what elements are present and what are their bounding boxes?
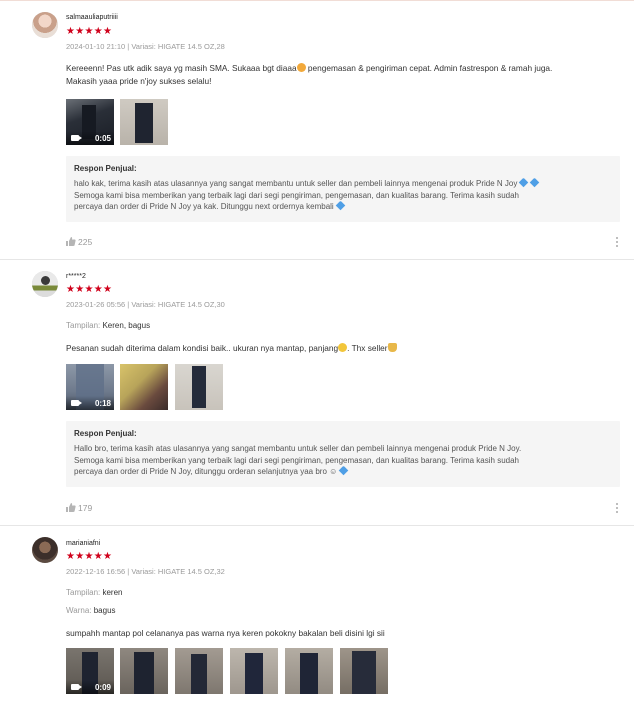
field-value: bagus — [91, 606, 116, 615]
reply-title: Respon Penjual: — [74, 164, 137, 173]
like-button[interactable]: 179 — [66, 503, 92, 513]
video-camera-icon — [71, 684, 82, 690]
review-comment: Pesanan sudah diterima dalam kondisi bai… — [66, 342, 614, 355]
thumbs-up-icon — [66, 237, 76, 246]
review-meta: 2023-01-26 05:56 | Variasi: HIGATE 14.5 … — [66, 300, 225, 309]
field-key: Tampilan: — [66, 321, 101, 330]
reply-line: Hallo bro, terima kasih atas ulasannya y… — [74, 444, 522, 453]
more-options-icon[interactable] — [616, 503, 619, 515]
username: r*****2 — [66, 273, 86, 280]
field-key: Warna: — [66, 606, 92, 615]
reply-line: Semoga kami bisa memberikan yang terbaik… — [74, 190, 519, 200]
review-video-thumbnail[interactable]: 0:05 — [66, 99, 114, 145]
avatar[interactable] — [32, 537, 58, 563]
reply-line: percaya dan order di Pride N Joy, ditung… — [74, 467, 338, 476]
seller-reply: Respon Penjual: Hallo bro, terima kasih … — [66, 421, 620, 487]
reply-line: Semoga kami bisa memberikan yang terbaik… — [74, 455, 519, 465]
avatar[interactable] — [32, 12, 58, 38]
smiling-emoji-icon — [296, 63, 306, 72]
divider — [0, 525, 634, 526]
blue-heart-icon — [519, 177, 529, 188]
avatar[interactable] — [32, 271, 58, 297]
review-image-thumbnail[interactable] — [175, 648, 223, 694]
reply-title: Respon Penjual: — [74, 429, 137, 438]
field-value: keren — [100, 588, 123, 597]
review-video-thumbnail[interactable]: 0:18 — [66, 364, 114, 410]
rating-stars: ★★★★★ — [66, 26, 113, 37]
comment-text: pengemasan & pengiriman cepat. Admin fas… — [305, 63, 553, 73]
username: salmaauliaputriiii — [66, 14, 118, 21]
review-field-tampilan: Tampilan: Keren, bagus — [66, 321, 150, 330]
reply-line: percaya dan order di Pride N Joy ya kak.… — [74, 202, 334, 211]
like-button[interactable]: 225 — [66, 237, 92, 247]
grinning-emoji-icon — [338, 343, 348, 352]
like-count: 179 — [78, 503, 93, 513]
blue-heart-icon — [339, 465, 349, 476]
seller-reply: Respon Penjual: halo kak, terima kasih a… — [66, 156, 620, 222]
review-image-thumbnail[interactable] — [175, 364, 223, 410]
field-value: Keren, bagus — [100, 321, 151, 330]
top-border — [0, 0, 634, 1]
review-image-thumbnail[interactable] — [120, 364, 168, 410]
praying-hands-emoji-icon — [387, 343, 397, 352]
review-meta: 2024-01-10 21:10 | Variasi: HIGATE 14.5 … — [66, 42, 225, 51]
review-image-thumbnail[interactable] — [285, 648, 333, 694]
blue-heart-icon — [530, 177, 540, 188]
reply-text: halo kak, terima kasih atas ulasannya ya… — [74, 177, 614, 213]
field-key: Tampilan: — [66, 588, 101, 597]
video-duration: 0:09 — [94, 683, 111, 692]
thumbs-up-icon — [66, 503, 76, 512]
review-image-thumbnail[interactable] — [340, 648, 388, 694]
comment-text: Pesanan sudah diterima dalam kondisi bai… — [66, 343, 339, 353]
comment-text: Kereeenn! Pas utk adik saya yg masih SMA… — [66, 63, 297, 73]
video-duration: 0:05 — [94, 134, 111, 143]
rating-stars: ★★★★★ — [66, 551, 113, 562]
review-field-warna: Warna: bagus — [66, 606, 116, 615]
comment-text: . Thx seller — [347, 343, 388, 353]
review-video-thumbnail[interactable]: 0:09 — [66, 648, 114, 694]
divider — [0, 259, 634, 260]
more-options-icon[interactable] — [616, 237, 619, 249]
review-image-thumbnail[interactable] — [120, 648, 168, 694]
blue-heart-icon — [335, 200, 345, 211]
username: marianiafni — [66, 540, 101, 547]
video-camera-icon — [71, 400, 82, 406]
video-camera-icon — [71, 135, 82, 141]
review-comment: Kereeenn! Pas utk adik saya yg masih SMA… — [66, 62, 614, 88]
review-image-thumbnail[interactable] — [230, 648, 278, 694]
review-comment: sumpahh mantap pol celananya pas warna n… — [66, 628, 385, 638]
video-duration: 0:18 — [94, 399, 111, 408]
comment-text: Makasih yaaa pride n'joy sukses selalu! — [66, 76, 212, 86]
review-field-tampilan: Tampilan: keren — [66, 588, 122, 597]
reply-text: Hallo bro, terima kasih atas ulasannya y… — [74, 443, 614, 478]
like-count: 225 — [78, 237, 93, 247]
reply-line: halo kak, terima kasih atas ulasannya ya… — [74, 179, 518, 188]
review-meta: 2022-12-16 16:56 | Variasi: HIGATE 14.5 … — [66, 567, 225, 576]
rating-stars: ★★★★★ — [66, 284, 113, 295]
review-image-thumbnail[interactable] — [120, 99, 168, 145]
